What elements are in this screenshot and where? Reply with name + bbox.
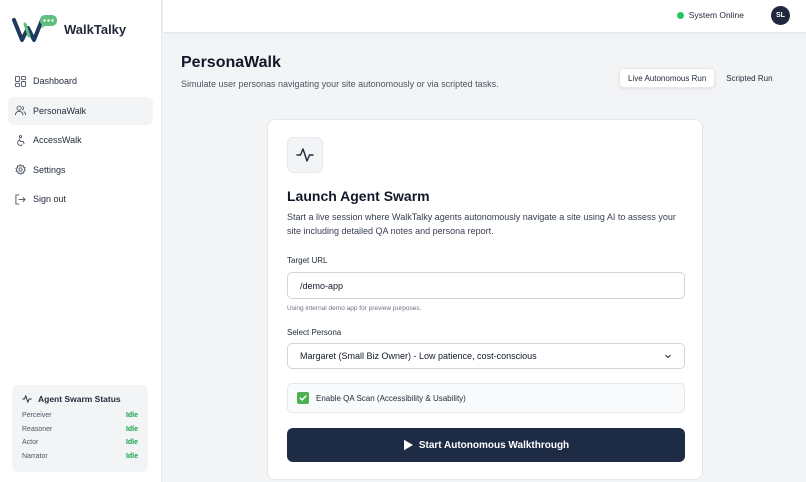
agent-status: Idle [125,439,138,447]
start-button-label: Start Autonomous Walkthrough [418,439,570,451]
agent-name: Actor [22,439,39,447]
agent-status: Idle [125,425,138,433]
qa-scan-checkbox[interactable] [297,392,309,404]
run-mode-tabs: Live Autonomous Run Scripted Run [619,68,781,88]
sidebar: WalkTalky Dashboard PersonaWalk AccessWa… [0,0,162,482]
play-icon [403,439,413,451]
sidebar-item-label: Sign out [33,194,67,204]
accessibility-icon [17,134,25,146]
agent-name: Reasoner [22,425,53,433]
start-walkthrough-button[interactable]: Start Autonomous Walkthrough [287,428,685,462]
card-description: Start a live session where WalkTalky age… [287,212,676,236]
launch-agent-swarm-card: Launch Agent Swarm Start a live session … [267,119,703,480]
target-url-label: Target URL [287,256,328,265]
activity-icon [22,395,32,403]
card-icon-box [287,137,323,173]
persona-label: Select Persona [287,328,342,337]
qa-scan-label: Enable QA Scan (Accessibility & Usabilit… [316,393,466,403]
target-url-input[interactable] [287,272,685,299]
agent-name: Perceiver [22,412,52,420]
top-bar: System Online SL [163,0,806,33]
app-logo[interactable]: WalkTalky [12,14,126,44]
page-subtitle: Simulate user personas navigating your s… [181,79,499,89]
app-name: WalkTalky [64,21,127,37]
page-title: PersonaWalk [181,54,281,71]
swarm-status-title: Agent Swarm Status [22,394,138,404]
activity-icon [296,148,314,162]
sidebar-item-accesswalk[interactable]: AccessWalk [8,126,153,154]
agent-row-narrator: Narrator Idle [22,450,138,464]
agent-status: Idle [125,412,138,420]
qa-scan-toggle[interactable]: Enable QA Scan (Accessibility & Usabilit… [287,383,685,413]
sidebar-item-label: PersonaWalk [33,105,87,116]
agent-row-reasoner: Reasoner Idle [22,423,138,437]
sidebar-item-sign-out[interactable]: Sign out [8,185,153,213]
chevron-down-icon [665,354,671,359]
sidebar-item-settings[interactable]: Settings [8,156,153,184]
agent-swarm-status-panel: Agent Swarm Status Perceiver Idle Reason… [12,385,148,472]
dashboard-icon [15,75,26,87]
sidebar-item-personawalk[interactable]: PersonaWalk [8,96,153,125]
sign-out-icon [15,193,26,205]
card-title: Launch Agent Swarm [287,188,430,204]
system-status-label: System Online [688,10,744,20]
sidebar-item-label: Dashboard [33,76,78,86]
sidebar-item-label: AccessWalk [33,135,82,145]
agent-name: Narrator [22,452,48,460]
sidebar-item-dashboard[interactable]: Dashboard [8,67,153,95]
agent-status: Idle [125,452,138,460]
sidebar-nav: Dashboard PersonaWalk AccessWalk Setting… [8,67,153,215]
walktalky-logo-icon [12,15,57,42]
persona-selected-value: Margaret (Small Biz Owner) - Low patienc… [300,351,537,361]
checkmark-icon [299,395,307,401]
tab-scripted-run[interactable]: Scripted Run [718,68,780,88]
agent-row-perceiver: Perceiver Idle [22,409,138,423]
status-dot-icon [676,11,684,19]
tab-live-autonomous-run[interactable]: Live Autonomous Run [619,68,716,88]
agent-row-actor: Actor Idle [22,436,138,450]
sidebar-item-label: Settings [33,164,66,175]
persona-select[interactable]: Margaret (Small Biz Owner) - Low patienc… [287,343,685,369]
gear-icon [15,164,26,175]
users-icon [15,105,26,116]
avatar[interactable]: SL [771,6,790,25]
target-url-hint: Using internal demo app for preview purp… [287,305,422,312]
system-status: System Online [676,10,744,20]
